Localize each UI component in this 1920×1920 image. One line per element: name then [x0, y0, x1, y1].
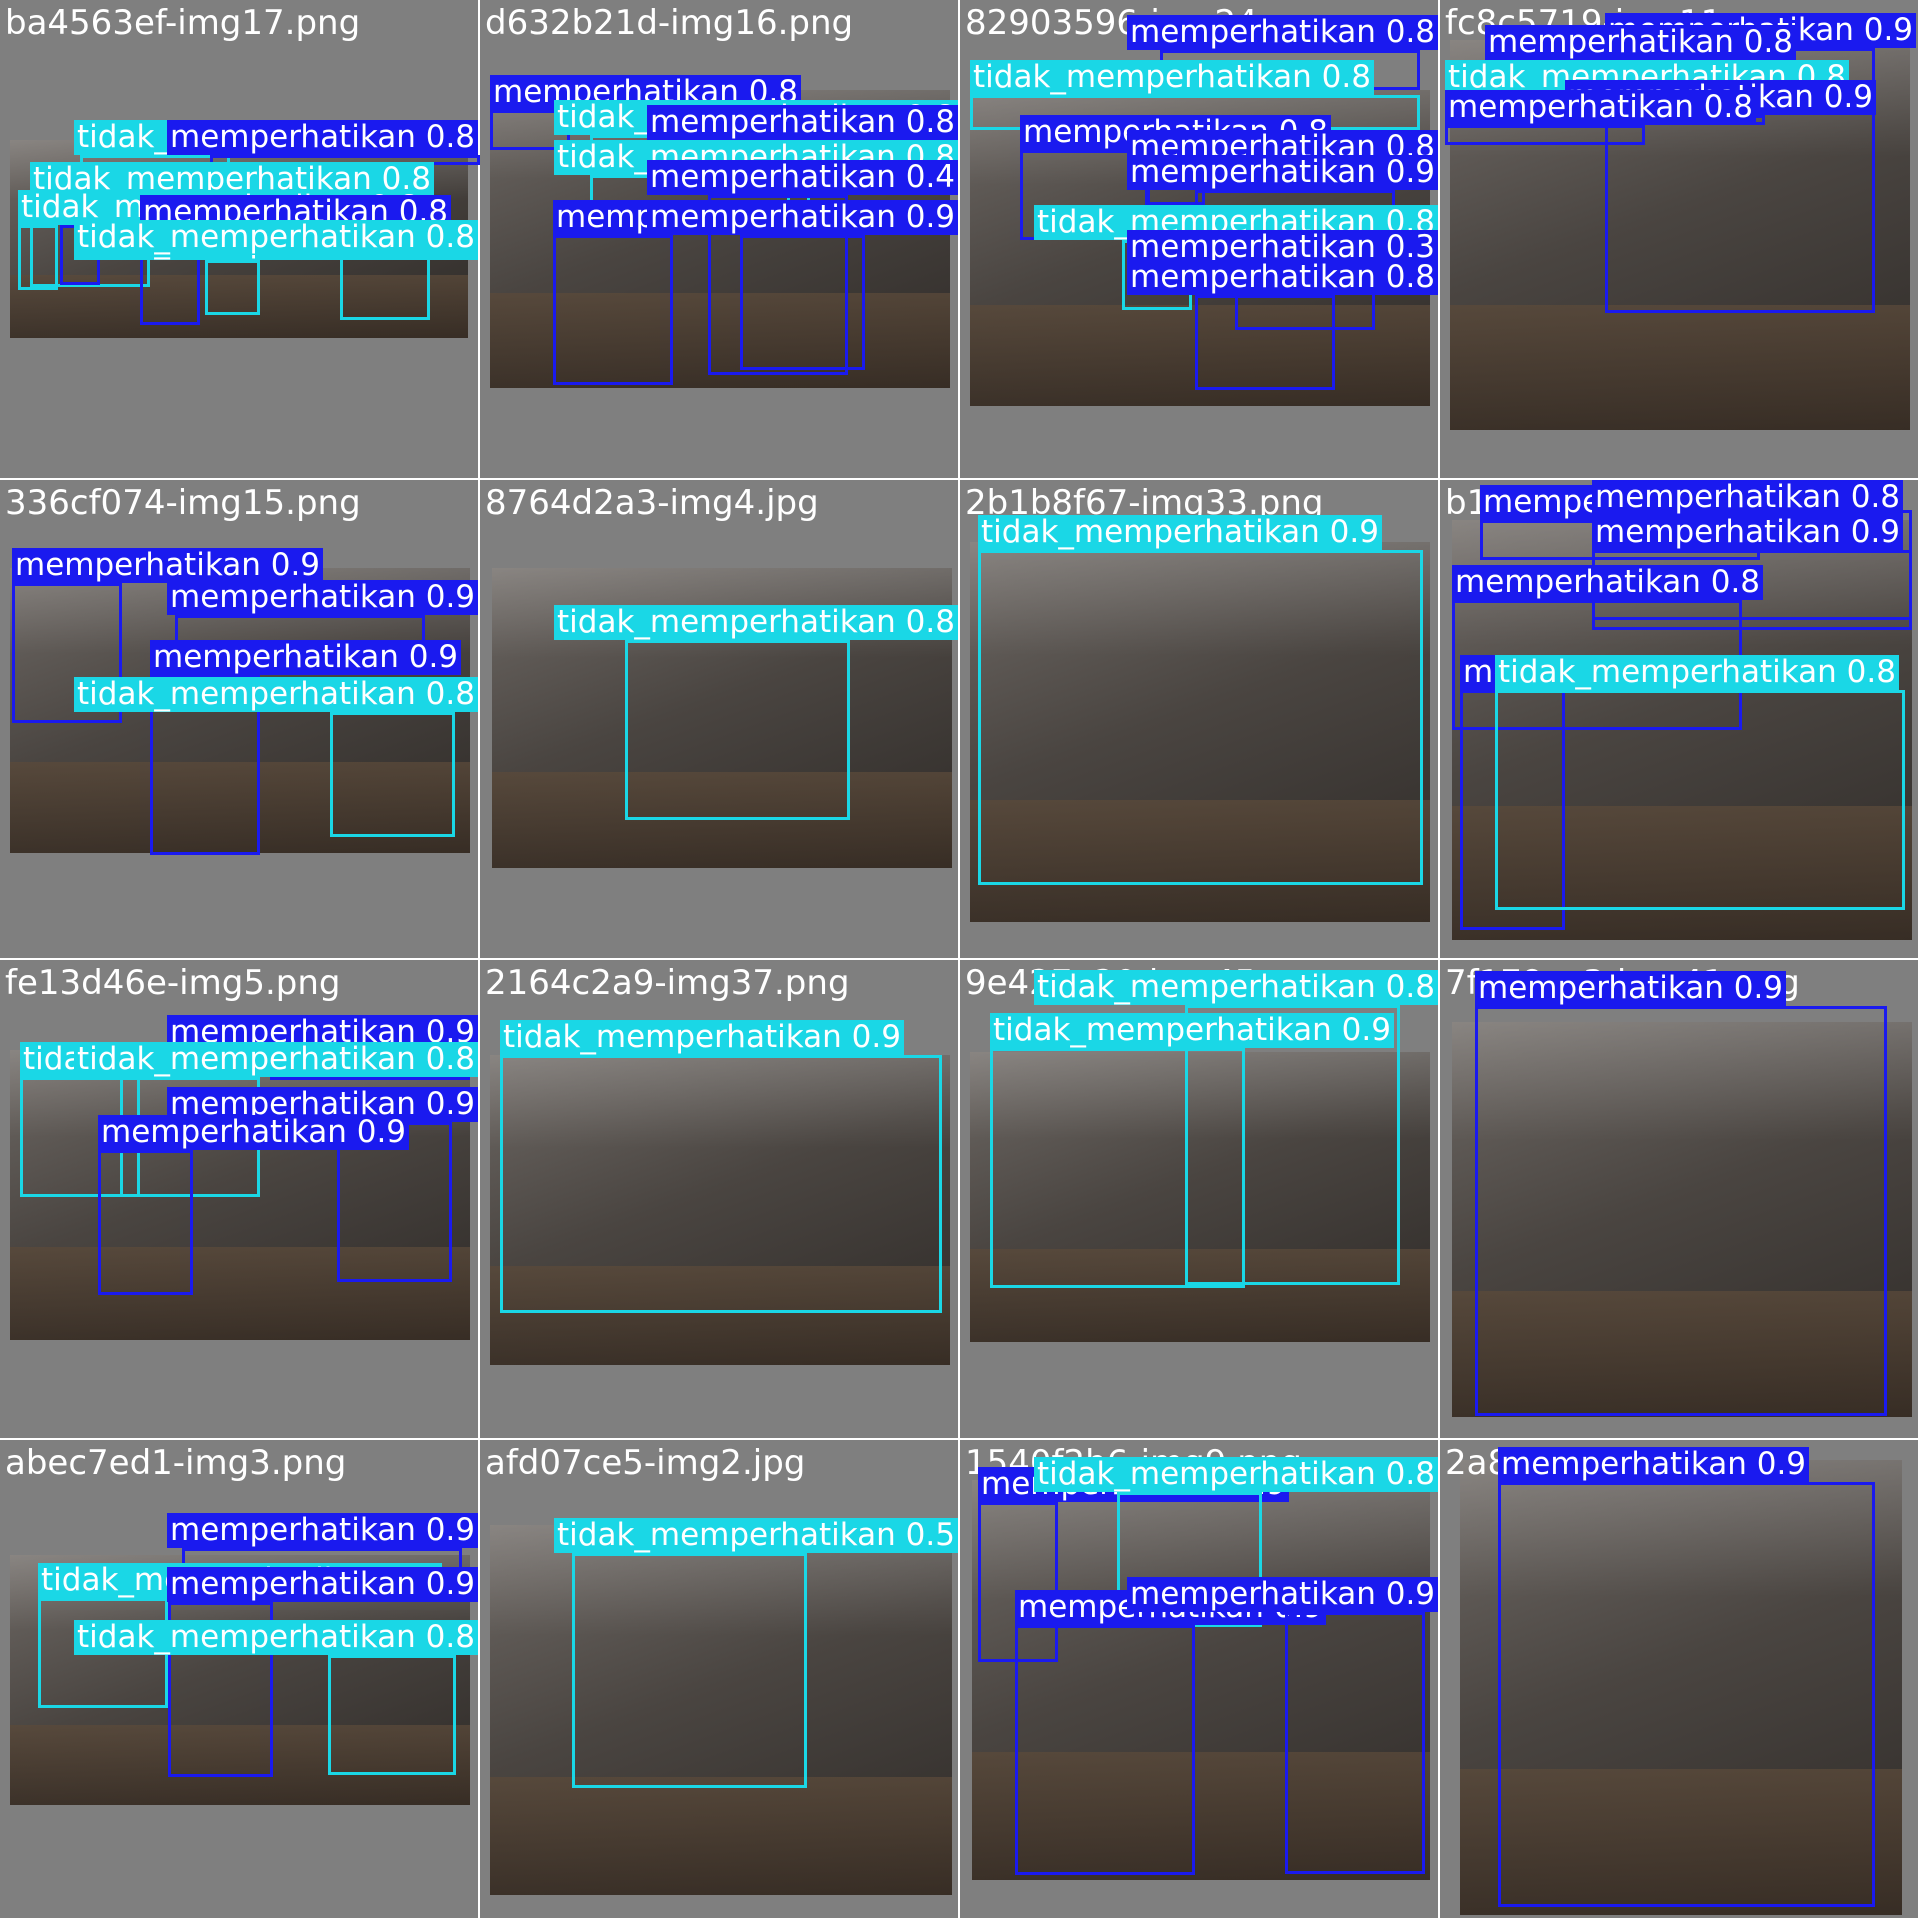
detection-label: tidak_memperhatikan 0.8	[970, 60, 1374, 95]
detection-box	[553, 235, 673, 385]
detection-box	[625, 640, 850, 820]
detection-label: memperhatikan 0.8	[1485, 25, 1797, 60]
tile-13: abec7ed1-img3.png memperhatikan 0.9 tidak_…	[0, 1440, 480, 1920]
tile-filename: 336cf074-img15.png	[5, 483, 361, 523]
detection-label: tidak_memperhatikan 0.8	[74, 677, 478, 712]
detection-label: memperhatikan 0.8	[1445, 90, 1757, 125]
tile-filename: d632b21d-img16.png	[485, 3, 854, 43]
detection-label: memperhatikan 0.9	[1592, 515, 1904, 550]
detection-label: tidak_memperhatikan 0.8	[1034, 970, 1438, 1005]
detection-label: memperhatikan 0.8	[1127, 260, 1439, 295]
tile-9: fe13d46e-img5.png memperhatikan 0.9 tidak_…	[0, 960, 480, 1440]
detection-label: tidak_memperhatikan 0.8	[1495, 655, 1899, 690]
detection-box	[1445, 125, 1645, 145]
detection-box	[740, 235, 865, 370]
detection-box	[1498, 1482, 1875, 1907]
tile-2: d632b21d-img16.pngmemperhatikan 0.8tidak…	[480, 0, 960, 480]
tile-filename: fe13d46e-img5.png	[5, 963, 341, 1003]
tile-11: 9e427a20-img45.pngtidak_memperhatikan 0.…	[960, 960, 1440, 1440]
detection-label: tidak_memperhatikan 0.9	[990, 1013, 1394, 1048]
detection-label: memperhatikan 0.4	[647, 160, 959, 195]
tile-1: ba4563ef-img17.png tidak_memperhatikan 0.…	[0, 0, 480, 480]
detection-box	[978, 550, 1423, 885]
detection-label: tidak_memperhatikan 0.9	[500, 1020, 904, 1055]
tile-filename: afd07ce5-img2.jpg	[485, 1443, 806, 1483]
detection-box	[1195, 295, 1335, 390]
detection-box	[330, 712, 455, 837]
detection-label: memperhatikan 0.8	[647, 105, 959, 140]
detection-box	[18, 225, 58, 290]
detection-label: memperhatikan 0.9	[1127, 155, 1439, 190]
detection-label: memperhatikan 0.8	[1127, 15, 1439, 50]
detection-box	[328, 1655, 456, 1775]
detection-box	[205, 260, 260, 315]
detection-label: memperhatikan 0.9	[647, 200, 959, 235]
tile-14: afd07ce5-img2.jpg tidak_memperhatikan 0.5	[480, 1440, 960, 1920]
tile-filename: 8764d2a3-img4.jpg	[485, 483, 819, 523]
detection-label: memperhatikan 0.9	[167, 1567, 479, 1602]
tile-15: 1540f2b6-img9.pngmemperhatikan 0.9tidak_…	[960, 1440, 1440, 1920]
detection-label: memperhatikan 0.9	[1475, 971, 1787, 1006]
tile-7: 2b1b8f67-img33.png tidak_memperhatikan 0.…	[960, 480, 1440, 960]
tile-12: 7f179ca3-img41.pngmemperhatikan 0.9	[1440, 960, 1920, 1440]
detection-box	[1015, 1625, 1195, 1875]
detection-label: memperhatikan 0.9	[1127, 1577, 1439, 1612]
detection-label: tidak_memperhatikan 0.8	[1034, 1457, 1438, 1492]
detection-box	[340, 255, 430, 320]
detection-box	[1495, 690, 1905, 910]
detection-box	[572, 1553, 807, 1788]
mosaic-grid: ba4563ef-img17.png tidak_memperhatikan 0.…	[0, 0, 1920, 1920]
tile-6: 8764d2a3-img4.jpg tidak_memperhatikan 0.8	[480, 480, 960, 960]
tile-16: 2a8f49cc-img43.pngmemperhatikan 0.9	[1440, 1440, 1920, 1920]
detection-label: memperhatikan 0.8	[1452, 565, 1764, 600]
detection-label: memperhatikan 0.9	[12, 548, 324, 583]
detection-label: memperhatikan 0.9	[167, 1513, 479, 1548]
detection-label: tidak_memperhatikan 0.8	[74, 1042, 478, 1077]
detection-label: memperhatikan 0.9	[98, 1115, 410, 1150]
detection-label: memperhatikan 0.8	[1592, 480, 1904, 515]
tile-8: b1e8e4d2-img28.pngmemperhatikan 0.8mempe…	[1440, 480, 1920, 960]
detection-box	[98, 1150, 193, 1295]
detection-box	[1285, 1612, 1425, 1874]
detection-label: memperhatikan 0.9	[150, 640, 462, 675]
detection-label: tidak_memperhatikan 0.5	[554, 1518, 958, 1553]
tile-3: 82903596-img24.pngmemperhatikan 0.8tidak…	[960, 0, 1440, 480]
detection-label: tidak_memperhatikan 0.8	[74, 220, 478, 255]
detection-label: memperhatikan 0.9	[167, 580, 479, 615]
detection-box	[990, 1048, 1245, 1288]
tile-10: 2164c2a9-img37.png tidak_memperhatikan 0.…	[480, 960, 960, 1440]
detection-label: tidak_memperhatikan 0.8	[554, 605, 958, 640]
detection-box	[1475, 1006, 1887, 1416]
tile-filename: abec7ed1-img3.png	[5, 1443, 347, 1483]
tile-filename: 2164c2a9-img37.png	[485, 963, 850, 1003]
detection-label: memperhatikan 0.9	[1498, 1447, 1810, 1482]
tile-5: 336cf074-img15.png memperhatikan 0.9 mempe…	[0, 480, 480, 960]
tile-filename: ba4563ef-img17.png	[5, 3, 361, 43]
detection-box	[500, 1055, 942, 1313]
detection-label: tidak_memperhatikan 0.8	[74, 1620, 478, 1655]
detection-label: memperhatikan 0.8	[167, 120, 479, 155]
tile-4: fc8c5719-img11.pngmemperhatikan 0.9mempe…	[1440, 0, 1920, 480]
detection-label: tidak_memperhatikan 0.9	[978, 515, 1382, 550]
